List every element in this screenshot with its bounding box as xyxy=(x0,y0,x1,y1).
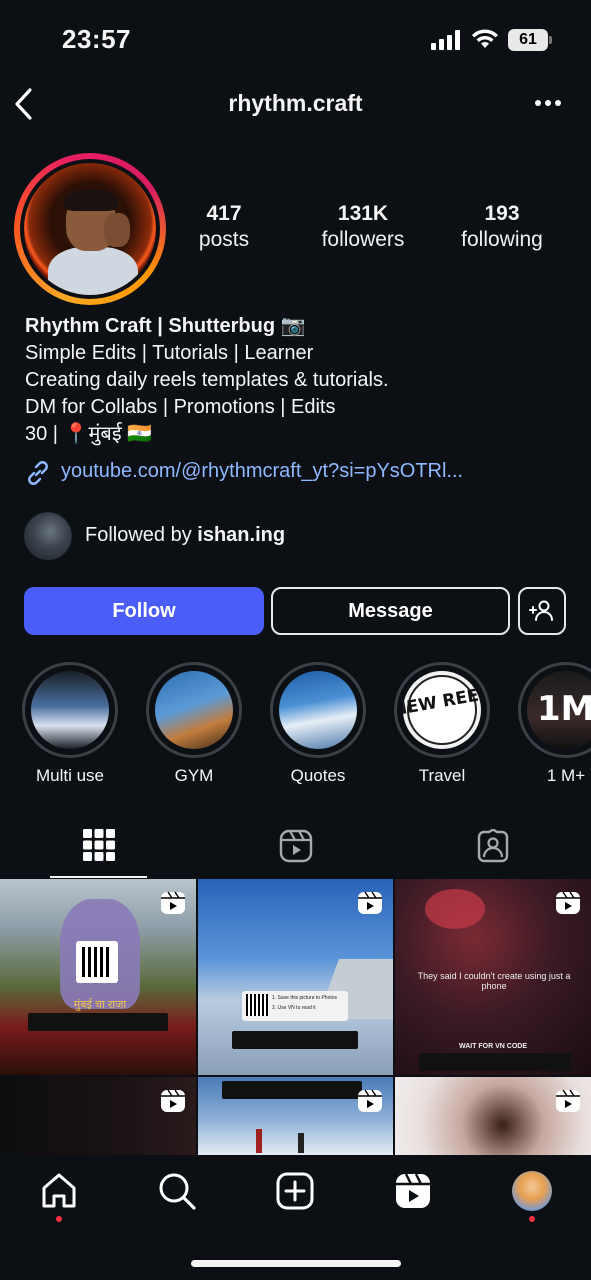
post-banner: WAIT FOR VN CODE xyxy=(458,1043,528,1050)
posts-label: posts xyxy=(198,228,250,251)
active-tab-indicator xyxy=(50,876,147,878)
highlight-label: 1 M+ xyxy=(546,766,586,785)
status-bar: 23:57 61 xyxy=(0,0,591,80)
add-user-icon xyxy=(529,600,553,621)
post-thumbnail[interactable]: They said I couldn't create using just a… xyxy=(395,879,591,1075)
home-notification-dot xyxy=(56,1216,62,1222)
followers-label: followers xyxy=(321,228,405,251)
tab-tagged[interactable] xyxy=(394,822,591,878)
profile-tab-avatar[interactable] xyxy=(512,1171,552,1211)
stat-followers[interactable]: 131K followers xyxy=(298,202,428,254)
highlight-multi-use[interactable]: Multi use xyxy=(20,662,120,786)
followers-count: 131K xyxy=(337,202,389,225)
highlight-1m[interactable]: 1M 1 M+ xyxy=(516,662,591,786)
mutual-follower-username: ishan.ing xyxy=(197,524,286,546)
follow-button[interactable]: Follow xyxy=(24,587,264,635)
stat-following[interactable]: 193 following xyxy=(437,202,567,254)
highlight-cover xyxy=(279,671,357,749)
post-thumbnail[interactable]: 1. Save this picture to Photos 2. Use VN… xyxy=(198,879,393,1075)
grid-icon xyxy=(82,829,115,861)
search-icon[interactable] xyxy=(157,1171,197,1211)
followed-by[interactable]: Followed by ishan.ing xyxy=(24,512,564,560)
battery-icon: 61 xyxy=(508,29,552,51)
post-step: 2. Use VN to read it xyxy=(272,1005,316,1011)
post-thumbnail[interactable] xyxy=(0,1077,196,1155)
profile-header: rhythm.craft xyxy=(0,82,591,128)
highlight-cover: NEW REEL xyxy=(403,671,481,749)
profile-avatar[interactable] xyxy=(14,153,166,305)
followed-by-text: Followed by ishan.ing xyxy=(85,524,286,546)
reels-icon xyxy=(279,829,312,863)
cellular-signal-icon xyxy=(431,30,460,50)
reel-badge-icon xyxy=(556,891,580,914)
highlight-quotes[interactable]: Quotes xyxy=(268,662,368,786)
tagged-person-icon xyxy=(477,829,508,863)
highlight-label: Travel xyxy=(418,766,466,785)
bio-line: 30 | 📍मुंबई 🇮🇳 xyxy=(25,423,153,445)
following-label: following xyxy=(461,228,543,251)
tab-posts-grid[interactable] xyxy=(0,822,197,878)
profile-username-title: rhythm.craft xyxy=(228,90,363,116)
create-post-icon[interactable] xyxy=(275,1171,315,1211)
more-options-icon[interactable] xyxy=(534,96,562,110)
highlight-cover: 1M xyxy=(527,671,591,749)
reel-badge-icon xyxy=(556,1089,580,1112)
home-indicator xyxy=(191,1260,401,1267)
bio-line: DM for Collabs | Promotions | Edits xyxy=(25,396,336,418)
following-count: 193 xyxy=(484,202,520,225)
post-caption: मुंबई चा राजा xyxy=(73,999,127,1011)
profile-notification-dot xyxy=(529,1216,535,1222)
million-badge-text: 1M xyxy=(537,689,591,729)
wifi-icon xyxy=(472,29,498,48)
highlight-cover xyxy=(155,671,233,749)
profile-photo xyxy=(24,163,156,295)
highlight-cover xyxy=(31,671,109,749)
reel-badge-icon xyxy=(161,891,185,914)
reel-badge-icon xyxy=(358,891,382,914)
bio-link-url[interactable]: youtube.com/@rhythmcraft_yt?si=pYsOTRl..… xyxy=(61,460,463,483)
home-icon[interactable] xyxy=(39,1171,79,1211)
highlight-travel[interactable]: NEW REEL Travel xyxy=(392,662,492,786)
profile-display-name: Rhythm Craft | Shutterbug 📷 xyxy=(25,315,306,337)
highlight-gym[interactable]: GYM xyxy=(144,662,244,786)
suggested-users-button[interactable] xyxy=(518,587,566,635)
highlight-label: Multi use xyxy=(35,766,105,785)
bio-line: Creating daily reels templates & tutoria… xyxy=(25,369,389,391)
status-time: 23:57 xyxy=(62,24,131,54)
post-caption: They said I couldn't create using just a… xyxy=(417,971,571,991)
profile-tabs xyxy=(0,822,591,878)
highlight-label: GYM xyxy=(174,766,214,785)
battery-level: 61 xyxy=(508,29,548,51)
post-thumbnail[interactable] xyxy=(198,1077,393,1155)
reels-icon[interactable] xyxy=(393,1171,433,1211)
link-chain-icon xyxy=(28,461,48,485)
post-thumbnail[interactable] xyxy=(395,1077,591,1155)
stat-posts[interactable]: 417 posts xyxy=(159,202,289,254)
message-button[interactable]: Message xyxy=(271,587,510,635)
highlight-label: Quotes xyxy=(290,766,346,785)
posts-count: 417 xyxy=(206,202,242,225)
posts-grid: मुंबई चा राजा 1. Save this picture to Ph… xyxy=(0,879,591,1155)
new-reel-badge: NEW REEL xyxy=(403,675,481,745)
mutual-follower-avatar xyxy=(24,512,72,560)
post-step: 1. Save this picture to Photos xyxy=(272,995,338,1001)
tab-reels[interactable] xyxy=(197,822,394,878)
post-thumbnail[interactable]: मुंबई चा राजा xyxy=(0,879,196,1075)
bio-link[interactable]: youtube.com/@rhythmcraft_yt?si=pYsOTRl..… xyxy=(25,459,575,487)
profile-bio: Rhythm Craft | Shutterbug 📷 Simple Edits… xyxy=(25,312,575,448)
reel-badge-icon xyxy=(358,1089,382,1112)
bio-line: Simple Edits | Tutorials | Learner xyxy=(25,342,314,364)
reel-badge-icon xyxy=(161,1089,185,1112)
